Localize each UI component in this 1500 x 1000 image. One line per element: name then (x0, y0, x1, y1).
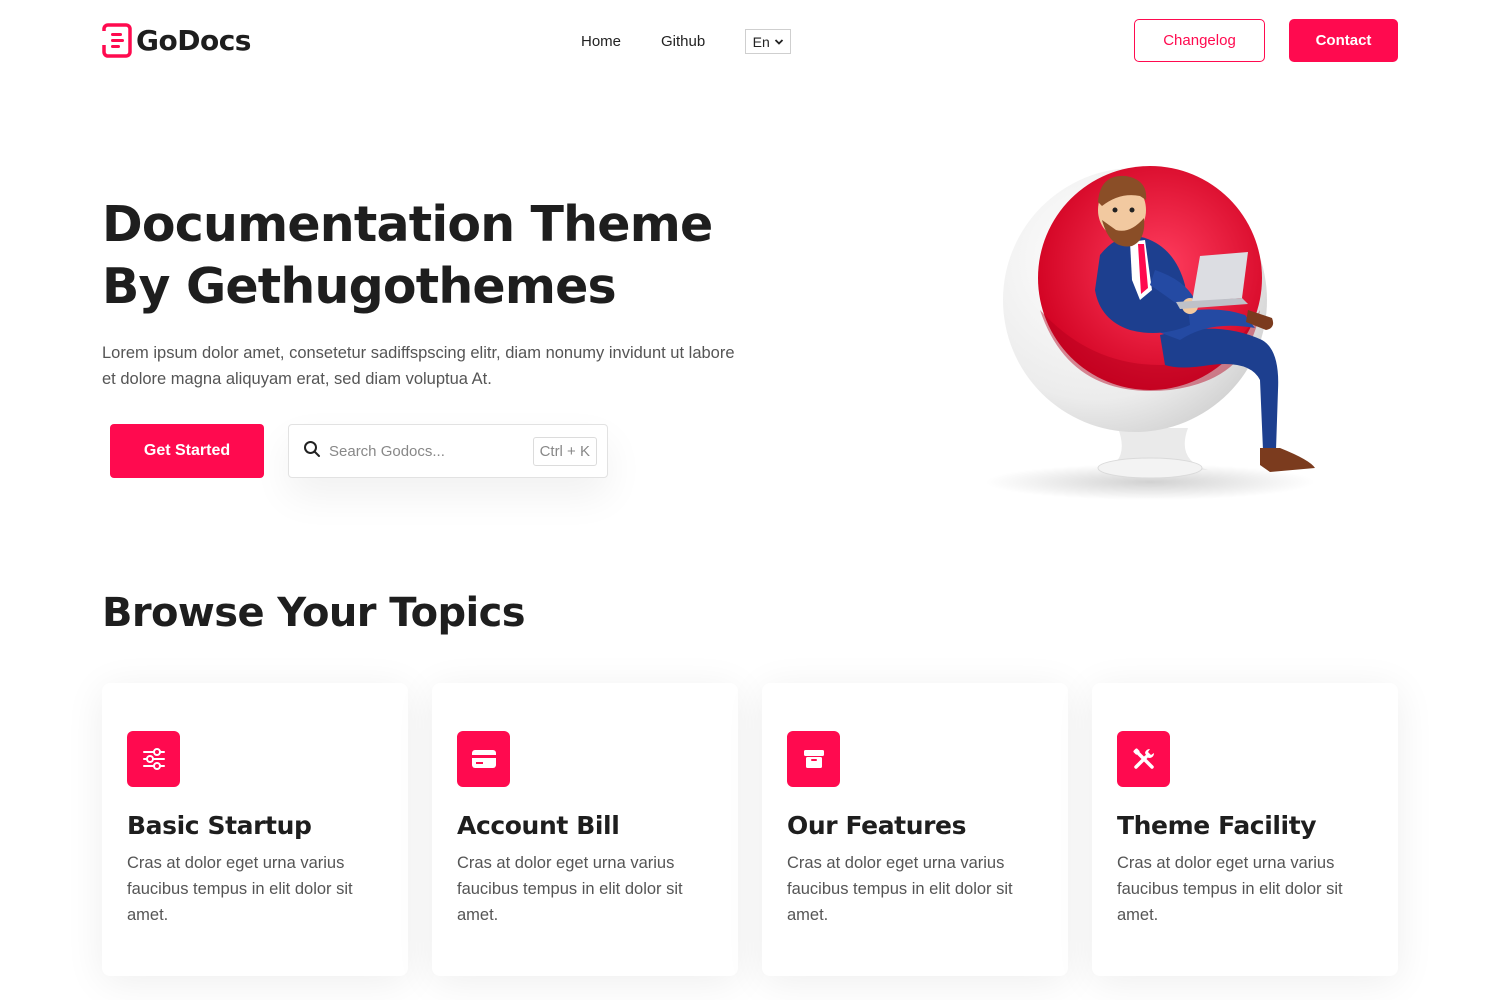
changelog-button[interactable]: Changelog (1134, 19, 1265, 62)
document-logo-icon (102, 22, 132, 58)
logo-text: GoDocs (136, 23, 251, 57)
topic-card-description: Cras at dolor eget urna varius faucibus … (127, 854, 353, 924)
site-header: GoDocs Home Github En Changelog Contact (0, 0, 1500, 82)
topic-card-account-bill[interactable]: Account Bill Cras at dolor eget urna var… (432, 683, 738, 976)
hero-title-line2: By Gethugothemes (102, 258, 617, 315)
logo[interactable]: GoDocs (102, 22, 251, 58)
hero-title-line1: Documentation Theme (102, 196, 713, 253)
topic-card-basic-startup[interactable]: Basic Startup Cras at dolor eget urna va… (102, 683, 408, 976)
topic-card-theme-facility[interactable]: Theme Facility Cras at dolor eget urna v… (1092, 683, 1398, 976)
topic-card-title: Theme Facility (1117, 811, 1317, 840)
language-select[interactable]: En (745, 29, 792, 54)
get-started-button[interactable]: Get Started (110, 424, 264, 478)
topic-card-description: Cras at dolor eget urna varius faucibus … (1117, 854, 1343, 924)
chevron-down-icon (774, 38, 784, 46)
box-icon (787, 731, 840, 787)
topic-card-description: Cras at dolor eget urna varius faucibus … (457, 854, 683, 924)
hero-description: Lorem ipsum dolor amet, consetetur sadif… (102, 344, 735, 388)
keyboard-shortcut-hint: Ctrl + K (532, 437, 597, 466)
hero-illustration (980, 160, 1340, 505)
search-input[interactable] (329, 442, 519, 460)
hero-title: Documentation Theme By Gethugothemes (102, 194, 762, 318)
contact-button[interactable]: Contact (1289, 19, 1398, 62)
nav-github-link[interactable]: Github (661, 33, 705, 50)
search-box[interactable]: Ctrl + K (288, 424, 608, 478)
topic-card-title: Basic Startup (127, 811, 312, 840)
topics-title: Browse Your Topics (102, 590, 526, 636)
sliders-icon (127, 731, 180, 787)
topic-card-our-features[interactable]: Our Features Cras at dolor eget urna var… (762, 683, 1068, 976)
nav-home-link[interactable]: Home (581, 33, 621, 50)
topic-card-title: Our Features (787, 811, 967, 840)
topic-card-description: Cras at dolor eget urna varius faucibus … (787, 854, 1013, 924)
tools-icon (1117, 731, 1170, 787)
language-value: En (752, 33, 770, 50)
topic-card-title: Account Bill (457, 811, 620, 840)
credit-card-icon (457, 731, 510, 787)
search-icon (303, 440, 321, 462)
main-nav: Home Github En (581, 29, 792, 54)
